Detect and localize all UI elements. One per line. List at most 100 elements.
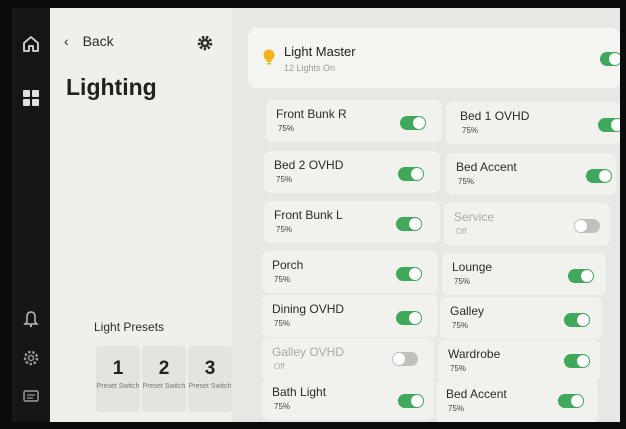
- preset-label: Preset Switch: [142, 383, 186, 390]
- light-name: Galley: [450, 304, 485, 318]
- light-name: Porch: [272, 258, 304, 272]
- master-name: Light Master: [284, 44, 356, 59]
- light-card-bed-1-ovhd[interactable]: Bed 1 OVHD 75%: [446, 102, 620, 144]
- light-card-bed-accent-2[interactable]: Bed Accent 75%: [436, 380, 598, 422]
- lighting-sidebar: ‹ Back Lighting Light Presets 1 Preset S…: [50, 8, 232, 422]
- toggle-knob: [581, 270, 593, 282]
- light-name: Bath Light: [272, 385, 327, 399]
- light-name: Service: [454, 210, 495, 224]
- presets-label: Light Presets: [94, 320, 165, 334]
- light-value: 75%: [276, 225, 293, 234]
- light-toggle[interactable]: [598, 118, 620, 132]
- message-icon[interactable]: [21, 386, 41, 406]
- toggle-knob: [575, 220, 587, 232]
- light-toggle[interactable]: [396, 217, 422, 231]
- bell-icon[interactable]: [21, 308, 41, 328]
- light-master-card[interactable]: Light Master 12 Lights On: [248, 28, 620, 88]
- toggle-knob: [577, 355, 589, 367]
- toggle-knob: [411, 395, 423, 407]
- light-value: 75%: [274, 402, 291, 411]
- settings-gear-icon[interactable]: [21, 348, 41, 368]
- light-card-bed-accent[interactable]: Bed Accent 75%: [446, 153, 616, 195]
- light-name: Lounge: [452, 260, 493, 274]
- preset-1-button[interactable]: 1 Preset Switch: [96, 346, 140, 412]
- toggle-knob: [393, 353, 405, 365]
- grid-icon[interactable]: [21, 88, 41, 108]
- light-card-wardrobe[interactable]: Wardrobe 75%: [438, 340, 600, 382]
- light-card-bath-light[interactable]: Bath Light 75%: [262, 378, 434, 420]
- toggle-knob: [411, 168, 423, 180]
- light-card-galley[interactable]: Galley 75%: [440, 297, 602, 339]
- light-value: 75%: [276, 175, 293, 184]
- preset-number: 2: [158, 358, 170, 379]
- light-name: Bed 2 OVHD: [274, 158, 344, 172]
- toggle-knob: [413, 117, 425, 129]
- preset-3-button[interactable]: 3 Preset Switch: [188, 346, 232, 412]
- light-value: 75%: [462, 126, 479, 135]
- nav-rail: [12, 8, 50, 422]
- light-value: 75%: [454, 277, 471, 286]
- light-value: Off: [274, 362, 285, 371]
- light-toggle[interactable]: [558, 394, 584, 408]
- light-name: Bed Accent: [456, 160, 517, 174]
- light-toggle[interactable]: [400, 116, 426, 130]
- toggle-knob: [571, 395, 583, 407]
- back-label: Back: [82, 33, 114, 49]
- light-toggle[interactable]: [574, 219, 600, 233]
- toggle-knob: [609, 53, 620, 65]
- light-value: 75%: [458, 177, 475, 186]
- light-card-dining-ovhd[interactable]: Dining OVHD 75%: [262, 295, 438, 337]
- light-toggle[interactable]: [398, 394, 424, 408]
- light-value: 75%: [274, 275, 291, 284]
- home-icon[interactable]: [21, 34, 41, 54]
- light-toggle[interactable]: [398, 167, 424, 181]
- light-toggle[interactable]: [586, 169, 612, 183]
- light-name: Bed 1 OVHD: [460, 109, 530, 123]
- light-name: Front Bunk R: [276, 107, 347, 121]
- toggle-knob: [577, 314, 589, 326]
- light-card-porch[interactable]: Porch 75%: [262, 251, 438, 293]
- light-toggle[interactable]: [568, 269, 594, 283]
- light-card-lounge[interactable]: Lounge 75%: [442, 253, 606, 295]
- master-toggle[interactable]: [600, 52, 620, 66]
- light-name: Dining OVHD: [272, 302, 345, 316]
- bulb-icon: [263, 49, 275, 65]
- page-title: Lighting: [66, 74, 157, 100]
- preset-2-button[interactable]: 2 Preset Switch: [142, 346, 186, 412]
- light-toggle[interactable]: [396, 267, 422, 281]
- light-card-galley-ovhd[interactable]: Galley OVHD Off: [262, 338, 434, 380]
- preset-label: Preset Switch: [188, 383, 232, 390]
- preset-number: 1: [112, 358, 124, 379]
- light-card-service[interactable]: Service Off: [444, 203, 610, 245]
- back-button[interactable]: ‹ Back: [64, 33, 114, 49]
- screen: ‹ Back Lighting Light Presets 1 Preset S…: [12, 8, 620, 422]
- light-value: 75%: [450, 364, 467, 373]
- light-card-bed-2-ovhd[interactable]: Bed 2 OVHD 75%: [264, 151, 440, 193]
- preset-number: 3: [204, 358, 216, 379]
- light-name: Galley OVHD: [272, 345, 345, 359]
- light-name: Front Bunk L: [274, 208, 343, 222]
- light-name: Wardrobe: [448, 347, 501, 361]
- light-value: 75%: [278, 124, 295, 133]
- light-toggle[interactable]: [564, 354, 590, 368]
- light-toggle[interactable]: [396, 311, 422, 325]
- light-toggle[interactable]: [392, 352, 418, 366]
- light-value: 75%: [274, 319, 291, 328]
- lights-panel: Light Master 12 Lights On Front Bunk R 7…: [232, 8, 620, 422]
- chevron-left-icon: ‹: [64, 33, 69, 49]
- toggle-knob: [409, 218, 421, 230]
- light-value: Off: [456, 227, 467, 236]
- toggle-knob: [599, 170, 611, 182]
- light-value: 75%: [452, 321, 469, 330]
- preset-label: Preset Switch: [96, 383, 140, 390]
- light-value: 75%: [448, 404, 465, 413]
- toggle-knob: [409, 312, 421, 324]
- light-toggle[interactable]: [564, 313, 590, 327]
- light-card-front-bunk-r[interactable]: Front Bunk R 75%: [266, 100, 442, 142]
- light-name: Bed Accent: [446, 387, 507, 401]
- toggle-knob: [409, 268, 421, 280]
- light-card-front-bunk-l[interactable]: Front Bunk L 75%: [264, 201, 440, 243]
- master-subtitle: 12 Lights On: [284, 63, 336, 73]
- gear-icon[interactable]: [196, 34, 214, 52]
- toggle-knob: [611, 119, 620, 131]
